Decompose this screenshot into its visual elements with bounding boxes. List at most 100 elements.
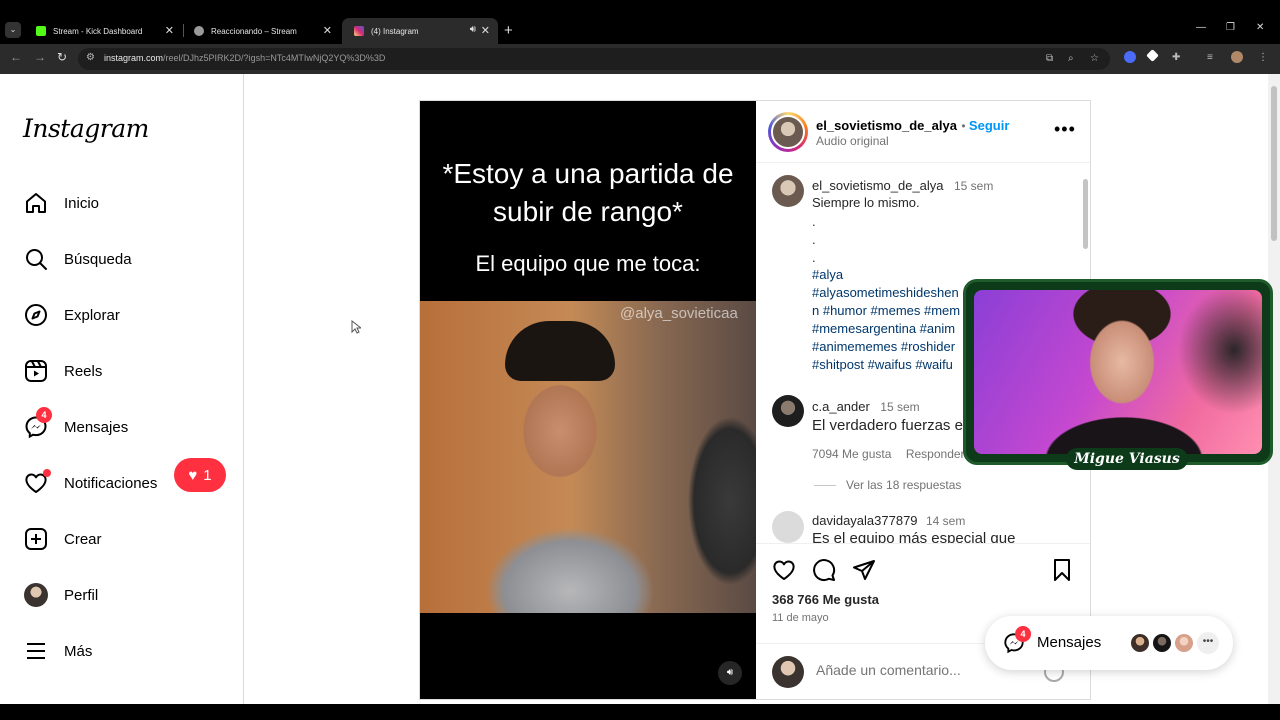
hashtag-line[interactable]: #shitpost #waifus #waifu xyxy=(812,356,960,374)
webcam-feed-image xyxy=(974,290,1262,454)
minimize-icon[interactable]: — xyxy=(1196,22,1206,33)
like-icon[interactable] xyxy=(772,558,796,587)
notification-popup[interactable]: ♥ 1 xyxy=(174,458,226,492)
mouse-cursor xyxy=(351,319,363,339)
sidebar-item-mas[interactable]: Más xyxy=(22,636,92,666)
close-tab-icon[interactable]: ✕ xyxy=(481,24,490,37)
extension-icon[interactable] xyxy=(1124,51,1136,63)
sidebar-item-label: Búsqueda xyxy=(64,250,132,268)
sidebar-item-mensajes[interactable]: 4 Mensajes xyxy=(22,407,129,442)
url-text: instagram.com/reel/DJhz5PIRK2D/?igsh=NTc… xyxy=(104,53,385,63)
author-username[interactable]: el_sovietismo_de_alya xyxy=(816,118,957,133)
back-icon[interactable]: ← xyxy=(10,50,22,64)
browser-menu-icon[interactable]: ⋮ xyxy=(1258,52,1268,63)
video-caption-title: *Estoy a una partida de subir de rango* xyxy=(442,158,734,227)
caption-text: Siempre lo mismo. xyxy=(812,195,920,210)
view-replies-link[interactable]: Ver las 18 respuestas xyxy=(846,478,961,492)
caption-hashtags[interactable]: #alya #alyasometimeshideshen n #humor #m… xyxy=(812,266,960,374)
tab-kick-dashboard[interactable]: Stream - Kick Dashboard ✕ xyxy=(24,18,182,44)
sidebar-item-label: Inicio xyxy=(64,194,100,212)
bookmark-star-icon[interactable]: ☆ xyxy=(1090,53,1099,64)
contact-avatar xyxy=(1151,632,1173,654)
hashtag-line[interactable]: #animememes #roshider xyxy=(812,338,960,356)
browser-toolbar: ← → ↻ ⚙ instagram.com/reel/DJhz5PIRK2D/?… xyxy=(0,44,1280,74)
close-tab-icon[interactable]: ✕ xyxy=(323,24,332,37)
media-control-icon[interactable]: ≡ xyxy=(1207,52,1213,63)
audio-label[interactable]: Audio original xyxy=(816,134,889,148)
separator-dot: • xyxy=(961,119,969,133)
maximize-icon[interactable]: ❐ xyxy=(1226,22,1235,33)
search-icon xyxy=(22,245,50,273)
site-info-icon[interactable]: ⚙ xyxy=(86,52,95,63)
address-bar[interactable]: ⚙ instagram.com/reel/DJhz5PIRK2D/?igsh=N… xyxy=(78,48,1110,70)
new-tab-button[interactable]: + xyxy=(504,22,513,39)
share-icon[interactable] xyxy=(852,558,876,587)
save-bookmark-icon[interactable] xyxy=(1050,558,1074,587)
reel-video[interactable]: *Estoy a una partida de subir de rango* … xyxy=(420,101,756,699)
sidebar-item-reels[interactable]: Reels xyxy=(22,356,102,386)
commenter-username[interactable]: davidayala377879 xyxy=(812,513,918,528)
sidebar-item-notificaciones[interactable]: Notificaciones xyxy=(22,468,157,498)
plus-square-icon xyxy=(22,525,50,553)
contact-avatar xyxy=(1129,632,1151,654)
sidebar-item-label: Mensajes xyxy=(64,418,129,436)
profile-avatar xyxy=(22,581,50,609)
extensions-puzzle-icon[interactable]: ✚ xyxy=(1172,52,1180,63)
close-tab-icon[interactable]: ✕ xyxy=(165,24,174,37)
instagram-favicon-icon xyxy=(354,26,364,36)
sidebar-item-busqueda[interactable]: Búsqueda xyxy=(22,244,132,274)
commenter-username[interactable]: c.a_ander xyxy=(812,399,870,414)
hashtag-line[interactable]: n #humor #memes #mem xyxy=(812,302,960,320)
messages-floating-button[interactable]: 4 Mensajes ••• xyxy=(985,616,1233,670)
zoom-icon[interactable]: ⌕ xyxy=(1068,53,1074,64)
instagram-logo[interactable]: Instagram xyxy=(23,114,149,143)
sidebar-item-perfil[interactable]: Perfil xyxy=(22,580,98,610)
sidebar-item-label: Crear xyxy=(64,530,102,548)
forward-icon[interactable]: → xyxy=(34,50,46,64)
heart-filled-icon: ♥ xyxy=(188,466,198,484)
sidebar-item-crear[interactable]: Crear xyxy=(22,524,102,554)
menu-icon xyxy=(22,637,50,665)
contact-avatar xyxy=(1173,632,1195,654)
tab-title: Reaccionando – Stream xyxy=(211,26,297,36)
close-window-icon[interactable]: ✕ xyxy=(1256,22,1264,33)
tab-search-button[interactable]: ⌄ xyxy=(5,22,21,38)
sidebar-item-label: Explorar xyxy=(64,306,120,324)
hashtag-line[interactable]: #alya xyxy=(812,266,960,284)
tab-title: Stream - Kick Dashboard xyxy=(53,26,143,36)
likes-count[interactable]: 368 766 Me gusta xyxy=(772,592,879,607)
comment-text: El verdadero fuerzas e xyxy=(812,417,963,434)
messages-count-badge: 4 xyxy=(1015,626,1031,642)
sidebar-item-explorar[interactable]: Explorar xyxy=(22,300,120,330)
notification-count: 1 xyxy=(203,466,212,484)
extension-icon[interactable] xyxy=(1146,49,1159,62)
profile-avatar-icon[interactable] xyxy=(1231,51,1243,63)
caption-author-avatar[interactable] xyxy=(772,175,804,207)
audio-toggle-icon[interactable]: 🔊︎ xyxy=(718,661,742,685)
story-ring[interactable] xyxy=(768,112,808,152)
url-host: instagram.com xyxy=(104,53,164,63)
audio-playing-icon[interactable]: 🔊︎ xyxy=(470,24,476,35)
install-app-icon[interactable]: ⧉ xyxy=(1046,53,1053,64)
hashtag-line[interactable]: #memesargentina #anim xyxy=(812,320,960,338)
post-header: el_sovietismo_de_alya • Seguir Audio ori… xyxy=(756,101,1090,163)
globe-favicon-icon xyxy=(194,26,204,36)
caption-author-username[interactable]: el_sovietismo_de_alya xyxy=(812,178,944,193)
reload-icon[interactable]: ↻ xyxy=(57,50,67,64)
tab-instagram[interactable]: (4) Instagram 🔊︎ ✕ xyxy=(342,18,498,44)
commenter-default-avatar[interactable] xyxy=(772,511,804,543)
follow-button[interactable]: Seguir xyxy=(969,118,1009,133)
more-options-icon[interactable]: ••• xyxy=(1054,119,1076,140)
video-frame-image xyxy=(420,301,756,613)
reels-icon xyxy=(22,357,50,385)
streamer-webcam-overlay xyxy=(963,279,1273,465)
home-icon xyxy=(22,189,50,217)
commenter-avatar[interactable] xyxy=(772,395,804,427)
messenger-icon: 4 xyxy=(1003,626,1031,659)
reply-button[interactable]: Responder xyxy=(906,447,965,461)
sidebar-item-inicio[interactable]: Inicio xyxy=(22,188,99,218)
hashtag-line[interactable]: #alyasometimeshideshen xyxy=(812,284,960,302)
tab-reaccionando[interactable]: Reaccionando – Stream ✕ xyxy=(182,18,340,44)
comment-icon[interactable] xyxy=(812,558,836,587)
comment-likes[interactable]: 7094 Me gusta xyxy=(812,447,891,461)
